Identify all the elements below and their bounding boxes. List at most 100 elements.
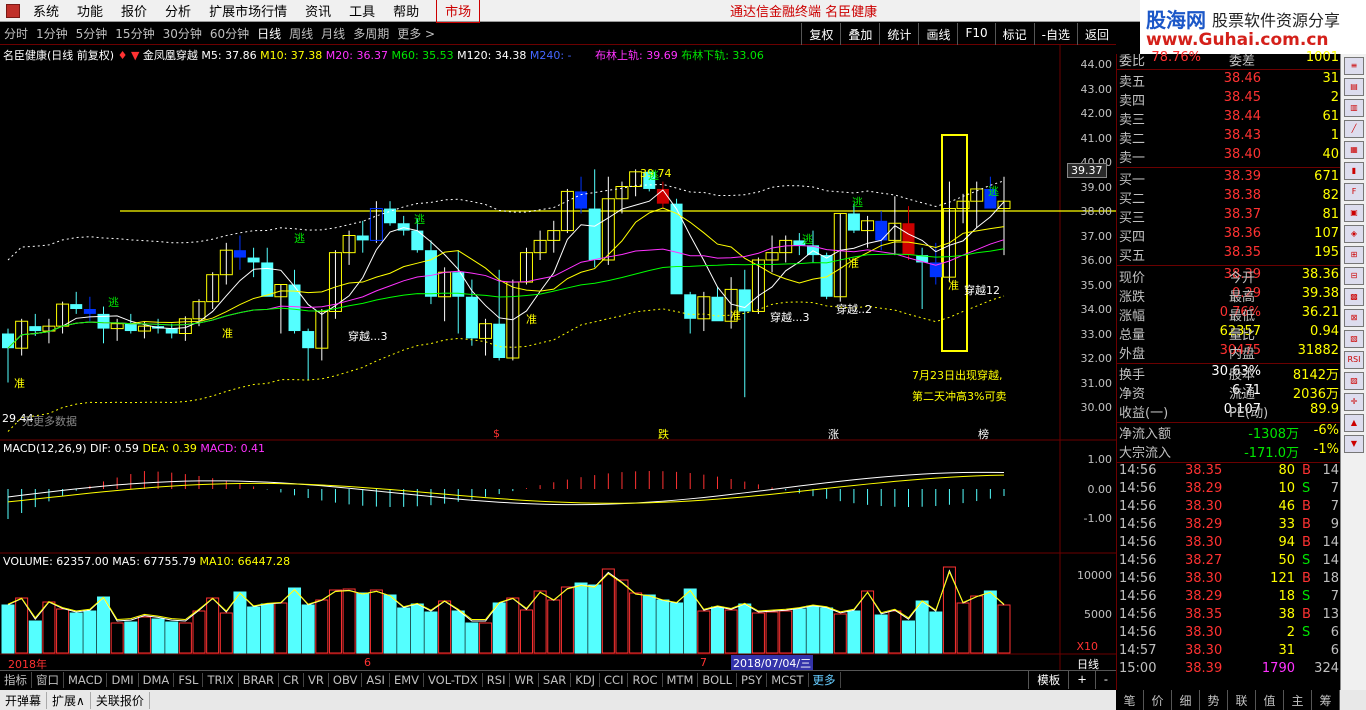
period-daily[interactable]: 日线 bbox=[253, 25, 285, 42]
side-tool-icon[interactable]: ▥ bbox=[1344, 99, 1364, 117]
side-tool-icon[interactable]: ✛ bbox=[1344, 393, 1364, 411]
indicator-tab[interactable]: EMV bbox=[390, 673, 424, 687]
side-tool-icon[interactable]: ⊞ bbox=[1344, 246, 1364, 264]
indicator-tab[interactable]: VR bbox=[304, 673, 329, 687]
menu-news[interactable]: 资讯 bbox=[296, 1, 340, 20]
indicator-tab[interactable]: BOLL bbox=[698, 673, 737, 687]
side-tool-icon[interactable]: ⊟ bbox=[1344, 267, 1364, 285]
panel-tab[interactable]: 势 bbox=[1200, 690, 1228, 710]
tool-adjust[interactable]: 复权 bbox=[801, 23, 840, 45]
indicator-tab[interactable]: SAR bbox=[539, 673, 572, 687]
indicator-tab[interactable]: PSY bbox=[737, 673, 768, 687]
side-tool-icon[interactable]: ≡ bbox=[1344, 57, 1364, 75]
indicator-tab[interactable]: MACD bbox=[64, 673, 108, 687]
side-tool-icon[interactable]: RSI bbox=[1344, 351, 1364, 369]
indicator-tab[interactable]: ROC bbox=[628, 673, 663, 687]
period-5min[interactable]: 5分钟 bbox=[72, 25, 112, 42]
indicator-tool-button[interactable]: 模板 bbox=[1028, 671, 1068, 689]
expand-toggle[interactable]: 扩展∧ bbox=[47, 691, 91, 709]
panel-tab[interactable]: 细 bbox=[1172, 690, 1200, 710]
indicator-tab[interactable]: ASI bbox=[362, 673, 390, 687]
side-tool-icon[interactable]: ▮ bbox=[1344, 162, 1364, 180]
menu-function[interactable]: 功能 bbox=[68, 1, 112, 20]
tool-f10[interactable]: F10 bbox=[957, 23, 994, 45]
indicator-tab[interactable]: CCI bbox=[600, 673, 629, 687]
side-tool-icon[interactable]: ⊠ bbox=[1344, 309, 1364, 327]
price-axis-label: 42.00 bbox=[1080, 107, 1113, 120]
menu-system[interactable]: 系统 bbox=[24, 1, 68, 20]
tool-mark[interactable]: 标记 bbox=[994, 23, 1034, 45]
candle-body bbox=[261, 262, 274, 297]
side-tool-icon[interactable]: ▧ bbox=[1344, 330, 1364, 348]
indicator-tab[interactable]: BRAR bbox=[239, 673, 280, 687]
volume-bar bbox=[42, 601, 56, 654]
side-tool-icon[interactable]: ╱ bbox=[1344, 120, 1364, 138]
menu-ext-market[interactable]: 扩展市场行情 bbox=[200, 1, 296, 20]
indicator-tab[interactable]: TRIX bbox=[203, 673, 239, 687]
indicator-tab[interactable]: FSL bbox=[174, 673, 204, 687]
volume-bar bbox=[110, 622, 124, 654]
menu-help[interactable]: 帮助 bbox=[384, 1, 428, 20]
side-tool-icon[interactable]: ▤ bbox=[1344, 78, 1364, 96]
indicator-tab[interactable]: DMA bbox=[139, 673, 175, 687]
indicator-tab[interactable]: CR bbox=[279, 673, 305, 687]
indicator-tab[interactable]: RSI bbox=[483, 673, 511, 687]
period-30min[interactable]: 30分钟 bbox=[159, 25, 206, 42]
legend-ma60: M60: 35.53 bbox=[391, 49, 454, 62]
side-tool-icon[interactable]: ▨ bbox=[1344, 372, 1364, 390]
side-tool-icon[interactable]: F bbox=[1344, 183, 1364, 201]
side-tool-icon[interactable]: ▩ bbox=[1344, 288, 1364, 306]
volume-bar bbox=[369, 589, 383, 654]
indicator-tab[interactable]: DMI bbox=[107, 673, 139, 687]
indicator-tab[interactable]: 窗口 bbox=[32, 672, 64, 688]
panel-tab[interactable]: 价 bbox=[1144, 690, 1172, 710]
indicator-tab[interactable]: VOL-TDX bbox=[424, 673, 483, 687]
macd-title[interactable]: MACD(12,26,9) bbox=[3, 442, 87, 455]
kline-chart[interactable]: 名臣健康(日线 前复权) ♦ ▼ 金凤凰穿越 M5: 37.86 M10: 37… bbox=[0, 45, 1116, 671]
indicator-tab[interactable]: WR bbox=[510, 673, 539, 687]
panel-tab[interactable]: 筹 bbox=[1312, 690, 1340, 710]
volume-bar bbox=[915, 600, 929, 654]
side-tool-icon[interactable]: ▲ bbox=[1344, 414, 1364, 432]
menu-analysis[interactable]: 分析 bbox=[156, 1, 200, 20]
period-weekly[interactable]: 周线 bbox=[285, 25, 317, 42]
tool-stats[interactable]: 统计 bbox=[879, 23, 918, 45]
period-multi[interactable]: 多周期 bbox=[349, 25, 393, 42]
panel-tab[interactable]: 笔 bbox=[1116, 690, 1144, 710]
side-tool-icon[interactable]: ▣ bbox=[1344, 204, 1364, 222]
period-monthly[interactable]: 月线 bbox=[317, 25, 349, 42]
tool-overlay[interactable]: 叠加 bbox=[840, 23, 879, 45]
indicator-tool-button[interactable]: - bbox=[1094, 671, 1116, 689]
indicator-tab[interactable]: OBV bbox=[329, 673, 363, 687]
period-more[interactable]: 更多 > bbox=[393, 25, 439, 42]
menu-tools[interactable]: 工具 bbox=[340, 1, 384, 20]
period-tick[interactable]: 分时 bbox=[0, 25, 32, 42]
volume-title[interactable]: VOLUME: 62357.00 bbox=[3, 555, 109, 568]
indicator-tab[interactable]: KDJ bbox=[571, 673, 601, 687]
side-tool-icon[interactable]: ▼ bbox=[1344, 435, 1364, 453]
tool-draw[interactable]: 画线 bbox=[918, 23, 957, 45]
indicator-tab[interactable]: MCST bbox=[767, 673, 809, 687]
panel-tab[interactable]: 主 bbox=[1284, 690, 1312, 710]
indicator-tool-button[interactable]: + bbox=[1068, 671, 1095, 689]
formula-name[interactable]: 金凤凰穿越 bbox=[143, 49, 198, 62]
indicator-tab[interactable]: 指标 bbox=[0, 672, 32, 688]
indicator-tab[interactable]: MTM bbox=[663, 673, 699, 687]
menu-quote[interactable]: 报价 bbox=[112, 1, 156, 20]
side-tool-icon[interactable]: ◈ bbox=[1344, 225, 1364, 243]
side-tool-icon[interactable]: ▦ bbox=[1344, 141, 1364, 159]
indicator-tab[interactable]: 更多 bbox=[809, 672, 841, 688]
market-tab[interactable]: 市场 bbox=[436, 0, 481, 23]
period-15min[interactable]: 15分钟 bbox=[111, 25, 158, 42]
ask-volume: 61 bbox=[1322, 109, 1339, 124]
bid-price: 38.39 bbox=[1223, 169, 1261, 184]
tool-remove-watch[interactable]: -自选 bbox=[1033, 23, 1077, 45]
panel-tab[interactable]: 值 bbox=[1256, 690, 1284, 710]
panel-tab[interactable]: 联 bbox=[1228, 690, 1256, 710]
tool-back[interactable]: 返回 bbox=[1076, 23, 1116, 45]
related-quotes[interactable]: 关联报价 bbox=[91, 691, 150, 709]
danmaku-toggle[interactable]: 开弹幕 bbox=[0, 691, 48, 709]
macd-axis-top: 1.00 bbox=[1087, 453, 1113, 466]
period-60min[interactable]: 60分钟 bbox=[206, 25, 253, 42]
period-1min[interactable]: 1分钟 bbox=[32, 25, 72, 42]
